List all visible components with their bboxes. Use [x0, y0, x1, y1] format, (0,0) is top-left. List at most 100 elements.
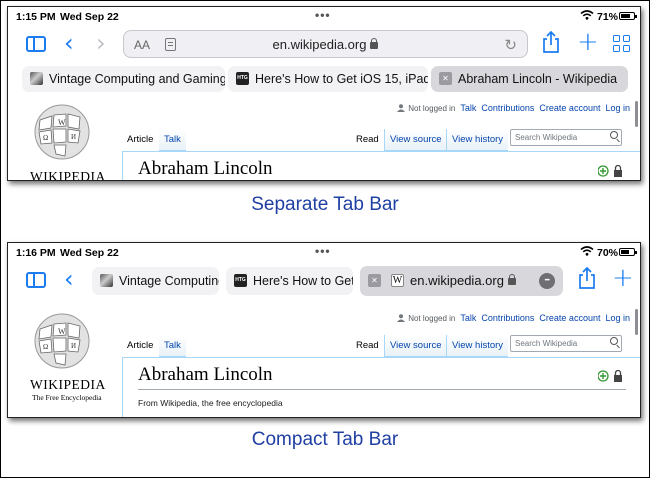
close-tab-icon[interactable]: ✕: [439, 72, 452, 85]
wifi-icon: [580, 246, 594, 256]
article-title: Abraham Lincoln: [138, 364, 273, 385]
tab-how-to-geek[interactable]: HTG Here's How to Get: [226, 267, 353, 295]
wiki-tabs-row: Article Talk Read View source View histo…: [122, 129, 640, 151]
wikipedia-globe-logo[interactable]: W Ω И: [30, 102, 94, 164]
tab-favicon-photo: [30, 72, 43, 85]
view-source-tab[interactable]: View source: [384, 129, 447, 151]
read-tab[interactable]: Read: [351, 335, 384, 357]
article-content: Abraham Lincoln From Wikipedia, the free…: [122, 357, 640, 417]
talk-tab[interactable]: Talk: [159, 335, 186, 357]
share-icon[interactable]: [542, 31, 560, 53]
search-icon[interactable]: [610, 337, 618, 345]
talk-tab[interactable]: Talk: [159, 129, 186, 151]
more-options-icon[interactable]: •••: [539, 273, 555, 289]
not-logged-in-text: Not logged in: [408, 104, 456, 113]
contributions-link[interactable]: Contributions: [481, 313, 534, 323]
scroll-indicator[interactable]: [635, 309, 638, 335]
share-icon[interactable]: [578, 267, 596, 289]
title-divider: [138, 389, 626, 390]
htg-favicon-icon: HTG: [234, 274, 247, 287]
wikipedia-wordmark[interactable]: WIKIPEDIA: [30, 169, 106, 180]
wikipedia-page: W Ω И WIKIPEDIA Not logged in Talk Contrib…: [8, 95, 640, 180]
protection-icons[interactable]: [598, 370, 624, 382]
back-icon[interactable]: ‹: [64, 30, 74, 56]
caption-separate: Separate Tab Bar: [251, 194, 399, 215]
personal-tools: Not logged in Talk Contributions Create acc…: [397, 313, 630, 323]
contributions-link[interactable]: Contributions: [481, 103, 534, 113]
tab-vintage-computing[interactable]: Vintage Computing and Gaming: [22, 66, 225, 92]
figure-frame: 1:15 PM Wed Sep 22 ••• 71% ‹ › AA en.wik…: [0, 0, 650, 478]
wikipedia-wordmark[interactable]: WIKIPEDIA: [30, 377, 106, 393]
user-icon: [397, 314, 406, 322]
tab-title: Vintage Computing and Gaming: [49, 72, 225, 86]
log-in-link[interactable]: Log in: [605, 313, 630, 323]
status-date: Wed Sep 22: [60, 11, 119, 23]
svg-text:И: И: [71, 133, 76, 141]
wikipedia-page: W Ω И WIKIPEDIA The Free Encyclopedia No…: [8, 305, 640, 417]
sidebar-icon[interactable]: [26, 36, 46, 52]
battery-icon: [619, 12, 637, 20]
battery-fill: [621, 14, 630, 18]
article-tab[interactable]: Article: [122, 129, 159, 151]
scroll-indicator[interactable]: [635, 101, 638, 127]
user-icon: [397, 104, 406, 112]
new-tab-icon[interactable]: +: [612, 263, 634, 293]
compact-tab-bar-screenshot: 1:16 PM Wed Sep 22 ••• 70% ‹ Vintage Com…: [7, 242, 641, 418]
tab-vintage-computing[interactable]: Vintage Computing: [92, 267, 219, 295]
create-account-link[interactable]: Create account: [539, 313, 600, 323]
lock-icon: [507, 274, 516, 285]
battery-fill: [621, 250, 629, 254]
battery-percent: 70%: [597, 247, 619, 259]
caption-compact: Compact Tab Bar: [251, 429, 399, 450]
article-content: Abraham Lincoln: [122, 151, 640, 180]
status-bar: 1:15 PM Wed Sep 22 ••• 71%: [8, 7, 640, 25]
url-text: en.wikipedia.org: [272, 37, 367, 52]
tab-how-to-geek[interactable]: HTG Here's How to Get iOS 15, iPadOS 15: [228, 66, 428, 92]
reload-icon[interactable]: ↻: [504, 36, 517, 54]
svg-text:W: W: [58, 327, 66, 336]
view-source-tab[interactable]: View source: [384, 335, 447, 357]
status-time: 1:15 PM: [16, 11, 56, 23]
status-time: 1:16 PM: [16, 247, 56, 259]
tab-overview-icon[interactable]: [613, 35, 630, 52]
log-in-link[interactable]: Log in: [605, 103, 630, 113]
svg-text:И: И: [71, 342, 76, 350]
wikipedia-globe-logo[interactable]: W Ω И: [30, 311, 94, 373]
not-logged-in-text: Not logged in: [408, 314, 456, 323]
status-bar: 1:16 PM Wed Sep 22 ••• 70%: [8, 243, 640, 261]
view-history-tab[interactable]: View history: [446, 335, 509, 357]
url-text: en.wikipedia.org: [410, 273, 504, 288]
protection-icons[interactable]: [598, 165, 624, 177]
back-icon[interactable]: ‹: [64, 266, 74, 292]
read-tab[interactable]: Read: [351, 129, 384, 151]
talk-link[interactable]: Talk: [460, 103, 476, 113]
url-display: en.wikipedia.org: [410, 273, 516, 288]
separate-tab-strip: Vintage Computing and Gaming HTG Here's …: [8, 65, 640, 99]
create-account-link[interactable]: Create account: [539, 103, 600, 113]
multitasking-dots-icon[interactable]: •••: [315, 244, 331, 258]
wifi-icon: [580, 10, 594, 20]
view-history-tab[interactable]: View history: [446, 129, 509, 151]
close-tab-icon[interactable]: ✕: [368, 274, 381, 287]
tab-title: Vintage Computing: [119, 274, 219, 288]
sidebar-icon[interactable]: [26, 272, 46, 288]
search-icon-wrap[interactable]: [510, 129, 622, 146]
lock-icon: [370, 38, 379, 49]
search-icon-wrap[interactable]: [510, 335, 622, 352]
forward-icon[interactable]: ›: [96, 30, 106, 56]
new-tab-icon[interactable]: +: [577, 27, 599, 57]
tab-abraham-lincoln-active[interactable]: ✕ Abraham Lincoln - Wikipedia: [431, 66, 628, 92]
svg-text:W: W: [58, 118, 66, 127]
search-icon[interactable]: [610, 131, 618, 139]
active-tab-address-field[interactable]: ✕ W en.wikipedia.org •••: [360, 266, 563, 296]
htg-favicon-icon: HTG: [236, 72, 249, 85]
battery-percent: 71%: [597, 11, 619, 23]
tab-title: Abraham Lincoln - Wikipedia: [458, 72, 618, 86]
tab-title: Here's How to Get: [253, 274, 353, 288]
talk-link[interactable]: Talk: [460, 313, 476, 323]
article-tab[interactable]: Article: [122, 335, 159, 357]
personal-tools: Not logged in Talk Contributions Create acc…: [397, 103, 630, 113]
address-bar[interactable]: AA en.wikipedia.org ↻: [123, 30, 528, 58]
multitasking-dots-icon[interactable]: •••: [315, 8, 331, 22]
status-date: Wed Sep 22: [60, 247, 119, 259]
